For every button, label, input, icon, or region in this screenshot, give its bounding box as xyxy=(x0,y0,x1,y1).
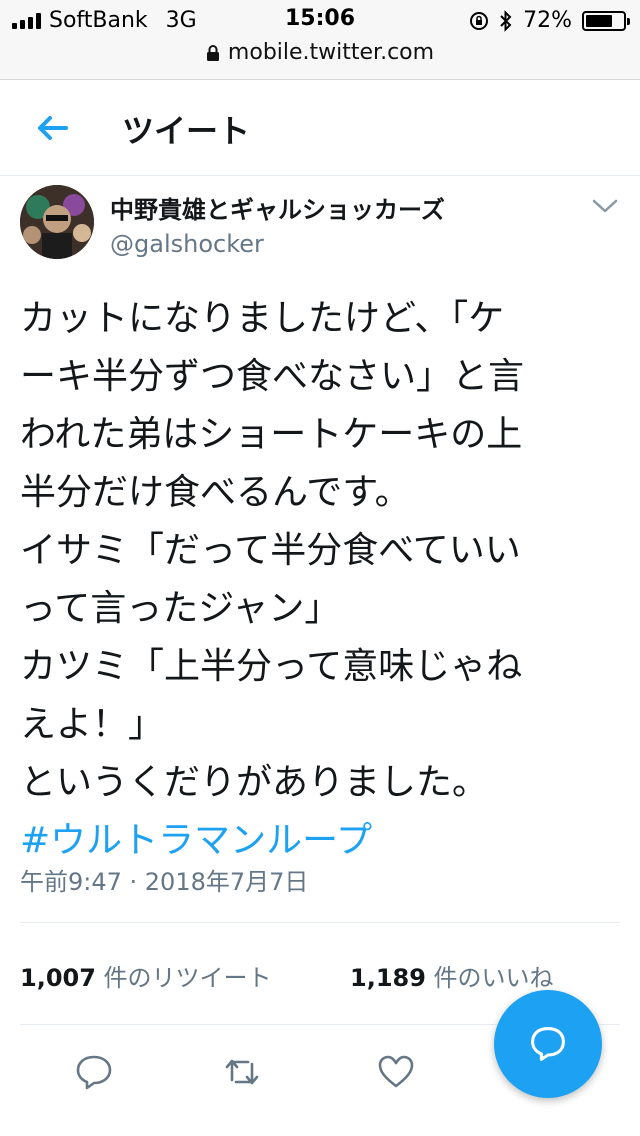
tweet-line: えよ！」 xyxy=(20,704,165,745)
chevron-down-icon[interactable] xyxy=(590,196,620,216)
tweet-line: カツミ「上半分って意味じゃね xyxy=(20,646,523,687)
battery-icon xyxy=(582,10,630,31)
author-name[interactable]: 中野貴雄とギャルショッカーズ xyxy=(110,190,445,225)
like-count: 1,189 xyxy=(350,964,426,992)
url-text: mobile.twitter.com xyxy=(227,40,435,65)
lock-icon xyxy=(206,44,219,61)
tweet-line: って言ったジャン」 xyxy=(20,588,341,629)
battery-fill xyxy=(586,14,612,27)
url-bar[interactable]: mobile.twitter.com xyxy=(0,40,640,65)
retweet-label: 件のリツイート xyxy=(95,964,272,992)
tweet-line: われた弟はショートケーキの上 xyxy=(20,414,523,455)
tweet-line: カットになりましたけど、「ケ xyxy=(20,298,505,339)
arrow-left-icon[interactable] xyxy=(30,106,74,150)
author-handle[interactable]: @galshocker xyxy=(110,230,264,258)
heart-icon[interactable] xyxy=(376,1052,416,1092)
retweet-count: 1,007 xyxy=(20,964,96,992)
tweet-line: というくだりがありました。 xyxy=(20,762,489,803)
reply-icon[interactable] xyxy=(74,1052,114,1092)
tweet-timestamp[interactable]: 午前9:47 · 2018年7月7日 xyxy=(20,862,308,897)
retweet-icon[interactable] xyxy=(222,1052,262,1092)
status-bar: SoftBank 3G 15:06 72% mobile.twitter.com xyxy=(0,0,640,80)
avatar-image xyxy=(20,185,94,259)
like-label: 件のいいね xyxy=(425,964,554,992)
compose-reply-icon xyxy=(531,1027,565,1061)
page-header: ツイート xyxy=(0,80,640,176)
tweet-line: 半分だけ食べるんです。 xyxy=(20,472,411,513)
orientation-lock-icon xyxy=(470,11,489,30)
bluetooth-icon xyxy=(500,9,512,32)
tweet-line: イサミ「だって半分食べていい xyxy=(20,530,521,571)
battery-percent: 72% xyxy=(523,8,572,33)
compose-reply-button[interactable] xyxy=(494,990,602,1098)
tweet-line: ーキ半分ずつ食べなさい」と言 xyxy=(20,356,525,397)
like-count-link[interactable]: 1,189 件のいいね xyxy=(350,958,554,993)
page-title: ツイート xyxy=(122,112,251,150)
divider xyxy=(20,922,620,923)
avatar[interactable] xyxy=(20,185,94,259)
retweet-count-link[interactable]: 1,007 件のリツイート xyxy=(20,958,272,993)
status-right: 72% xyxy=(469,8,630,33)
tweet-text: カットになりましたけど、「ケ ーキ半分ずつ食べなさい」と言 われた弟はショートケ… xyxy=(20,290,620,870)
